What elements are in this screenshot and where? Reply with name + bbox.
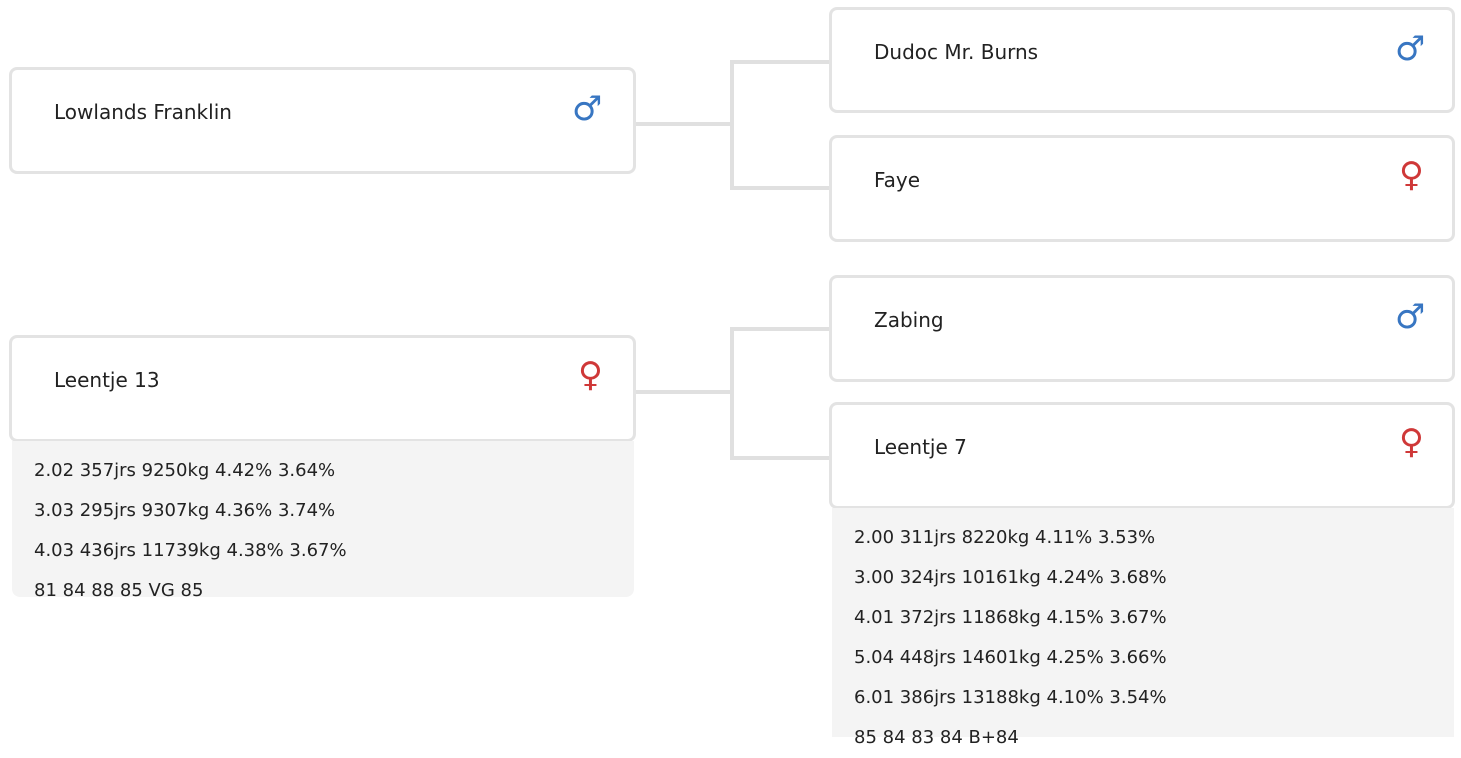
animal-card-dam-dam[interactable]: Leentje 7 ♀ — [829, 402, 1455, 509]
animal-card-sire[interactable]: Lowlands Franklin ♂ — [9, 67, 636, 174]
stats-line: 85 84 83 84 B+84 — [854, 727, 1019, 748]
animal-card-sire-dam[interactable]: Faye ♀ — [829, 135, 1455, 242]
connector-dam-dam — [730, 456, 830, 460]
stats-line: 2.00 311jrs 8220kg 4.11% 3.53% — [854, 527, 1156, 548]
connector-dam-sire — [730, 327, 830, 331]
connector-sire-sire — [730, 60, 830, 64]
connector-sire-vertical — [730, 60, 734, 190]
stats-line: 5.04 448jrs 14601kg 4.25% 3.66% — [854, 647, 1167, 668]
animal-card-dam-sire[interactable]: Zabing ♂ — [829, 275, 1455, 382]
male-icon: ♂ — [1395, 297, 1426, 337]
animal-name: Faye — [874, 168, 921, 192]
stats-line: 4.01 372jrs 11868kg 4.15% 3.67% — [854, 607, 1167, 628]
animal-name: Dudoc Mr. Burns — [874, 40, 1039, 64]
connector-sire-dam — [730, 186, 830, 190]
connector-sire-horizontal — [634, 122, 734, 126]
stats-line: 81 84 88 85 VG 85 — [34, 580, 204, 601]
animal-name: Lowlands Franklin — [54, 100, 232, 124]
animal-name: Leentje 13 — [54, 368, 160, 392]
connector-dam-vertical — [730, 327, 734, 460]
female-icon: ♀ — [1399, 422, 1424, 462]
male-icon: ♂ — [572, 89, 603, 129]
animal-name: Zabing — [874, 308, 944, 332]
stats-line: 4.03 436jrs 11739kg 4.38% 3.67% — [34, 540, 347, 561]
female-icon: ♀ — [1399, 155, 1424, 195]
stats-line: 6.01 386jrs 13188kg 4.10% 3.54% — [854, 687, 1167, 708]
stats-line: 2.02 357jrs 9250kg 4.42% 3.64% — [34, 460, 336, 481]
animal-card-sire-sire[interactable]: Dudoc Mr. Burns ♂ — [829, 7, 1455, 113]
stats-line: 3.00 324jrs 10161kg 4.24% 3.68% — [854, 567, 1167, 588]
female-icon: ♀ — [578, 355, 603, 395]
stats-line: 3.03 295jrs 9307kg 4.36% 3.74% — [34, 500, 336, 521]
production-stats-dam-dam: 2.00 311jrs 8220kg 4.11% 3.53% 3.00 324j… — [832, 508, 1454, 748]
animal-card-dam[interactable]: Leentje 13 ♀ — [9, 335, 636, 442]
male-icon: ♂ — [1395, 29, 1426, 69]
production-stats-dam: 2.02 357jrs 9250kg 4.42% 3.64% 3.03 295j… — [12, 441, 634, 601]
connector-dam-horizontal — [634, 390, 734, 394]
animal-name: Leentje 7 — [874, 435, 967, 459]
